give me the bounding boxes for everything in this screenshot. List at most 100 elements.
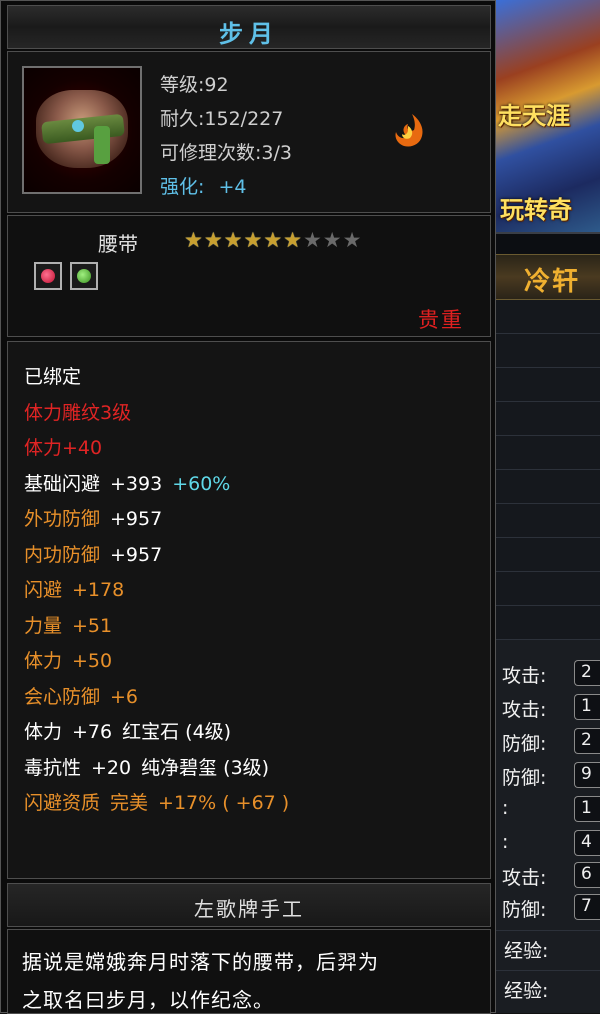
exp-label: 经验: xyxy=(504,980,549,1002)
attribute-extra: 纯净碧玺 (3级) xyxy=(141,756,270,779)
attribute-row: 力量 +51 xyxy=(24,611,112,638)
star-empty-icon: ★ xyxy=(342,228,362,252)
item-maker: 左歌牌手工 xyxy=(194,897,304,921)
attribute-row: 体力 +76 红宝石 (4级) xyxy=(24,717,231,744)
stat-value-box: 1 xyxy=(574,694,600,720)
description-line: 之取名曰步月，以作纪念。 xyxy=(22,988,274,1012)
rarity-label: 贵重 xyxy=(418,308,464,332)
attribute-row: 会心防御 +6 xyxy=(24,682,138,709)
stat-row: 攻击: 6 xyxy=(496,858,600,892)
item-enhance: 强化: +4 xyxy=(160,172,246,199)
stat-value: 1 xyxy=(581,696,592,716)
attribute-row: 体力 +50 xyxy=(24,646,112,673)
attribute-label: 基础闪避 xyxy=(24,472,101,495)
attribute-label: 内功防御 xyxy=(24,543,101,566)
info-line xyxy=(496,572,600,606)
info-line xyxy=(496,300,600,334)
attribute-extra: +17% ( +67 ) xyxy=(158,792,290,814)
star-empty-icon: ★ xyxy=(302,228,322,252)
exp-label: 经验: xyxy=(504,940,549,962)
event-banner[interactable]: 走天涯 玩转奇 xyxy=(496,0,600,232)
green-gem-socket-icon xyxy=(70,262,98,290)
attribute-label: 已绑定 xyxy=(24,366,82,388)
item-name: 步月 xyxy=(219,20,279,48)
attribute-row: 基础闪避 +393 +60% xyxy=(24,469,230,496)
attribute-label: 体力 xyxy=(24,721,63,743)
attribute-value: +20 xyxy=(91,756,132,779)
attribute-list: 已绑定体力雕纹3级体力+40 基础闪避 +393 +60% 外功防御 +957 内功防御 +9… xyxy=(7,341,491,879)
stat-row: 防御: 7 xyxy=(496,890,600,924)
stat-value: 7 xyxy=(581,896,592,916)
star-filled-icon: ★ xyxy=(203,228,223,252)
enhance-label: 强化: xyxy=(160,176,205,198)
stat-row: 防御: 9 xyxy=(496,758,600,792)
attribute-row: 外功防御 +957 xyxy=(24,504,162,531)
item-repairs: 可修理次数:3/3 xyxy=(160,142,292,164)
stat-label: 攻击: xyxy=(502,867,547,889)
star-filled-icon: ★ xyxy=(243,228,263,252)
star-filled-icon: ★ xyxy=(223,228,243,252)
attribute-value: +76 xyxy=(72,721,113,743)
panel-title: 冷轩 xyxy=(524,267,581,297)
attribute-row: 体力+40 xyxy=(24,433,102,460)
banner-text-2: 玩转奇 xyxy=(500,196,572,224)
stat-value-box: 1 xyxy=(574,796,600,822)
info-line xyxy=(496,334,600,368)
maker-section: 左歌牌手工 xyxy=(7,883,491,927)
stat-row: :4 xyxy=(496,826,600,860)
stat-value-box: 7 xyxy=(574,894,600,920)
attribute-label: 毒抗性 xyxy=(24,756,82,779)
attribute-extra: +60% xyxy=(172,472,231,495)
item-type-section: 腰带 ★★★★★★★★★ 贵重 xyxy=(7,215,491,337)
star-empty-icon: ★ xyxy=(322,228,342,252)
flame-icon xyxy=(395,114,423,147)
red-gem-socket-icon xyxy=(34,262,62,290)
attribute-value: +178 xyxy=(72,579,125,601)
background-game-ui: 走天涯 玩转奇 冷轩 攻击: 2 攻击: 1 防御: 2 防御: 9 :1 :4 攻击:… xyxy=(496,0,600,1013)
attribute-value: +957 xyxy=(110,508,163,530)
stat-value: 9 xyxy=(581,764,592,784)
attribute-label: 体力 xyxy=(24,650,63,672)
attribute-value: +50 xyxy=(72,650,113,672)
enhance-value: +4 xyxy=(218,176,247,198)
exp-row: 经验: xyxy=(496,970,600,1005)
description-section: 据说是嫦娥奔月时落下的腰带，后羿为 之取名曰步月，以作纪念。 xyxy=(7,929,491,1014)
attribute-row: 内功防御 +957 xyxy=(24,540,162,567)
stat-value-box: 2 xyxy=(574,660,600,686)
attribute-row: 体力雕纹3级 xyxy=(24,398,131,425)
attribute-value: +51 xyxy=(72,614,113,637)
attribute-row: 毒抗性 +20 纯净碧玺 (3级) xyxy=(24,753,269,780)
stat-value-box: 2 xyxy=(574,728,600,754)
attribute-row: 已绑定 xyxy=(24,362,81,389)
attribute-extra: 红宝石 (4级) xyxy=(122,721,232,743)
info-line xyxy=(496,402,600,436)
star-rating: ★★★★★★★★★ xyxy=(184,230,362,251)
stat-value-box: 9 xyxy=(574,762,600,788)
attribute-value: +6 xyxy=(110,685,139,708)
info-line xyxy=(496,470,600,504)
stat-label: 攻击: xyxy=(502,699,547,721)
attribute-row: 闪避 +178 xyxy=(24,575,124,602)
separator xyxy=(496,232,600,256)
info-line xyxy=(496,436,600,470)
star-filled-icon: ★ xyxy=(184,228,203,252)
attribute-label: 体力+40 xyxy=(24,437,103,459)
star-filled-icon: ★ xyxy=(263,228,283,252)
belt-icon xyxy=(22,66,142,194)
attribute-label: 会心防御 xyxy=(24,685,101,708)
stat-value: 2 xyxy=(581,662,592,682)
stat-value: 1 xyxy=(581,798,592,818)
stat-value-box: 6 xyxy=(574,862,600,888)
info-line xyxy=(496,606,600,640)
panel-header: 冷轩 xyxy=(496,254,600,300)
stat-value: 2 xyxy=(581,730,592,750)
stat-row: :1 xyxy=(496,792,600,826)
star-filled-icon: ★ xyxy=(283,228,302,252)
item-type: 腰带 xyxy=(98,232,138,256)
attribute-label: 力量 xyxy=(24,614,63,637)
attribute-value: 完美 xyxy=(110,792,149,814)
attribute-value: +957 xyxy=(110,543,163,566)
stat-label: 防御: xyxy=(502,733,547,755)
item-level: 等级:92 xyxy=(160,74,229,96)
stat-row: 攻击: 2 xyxy=(496,656,600,690)
